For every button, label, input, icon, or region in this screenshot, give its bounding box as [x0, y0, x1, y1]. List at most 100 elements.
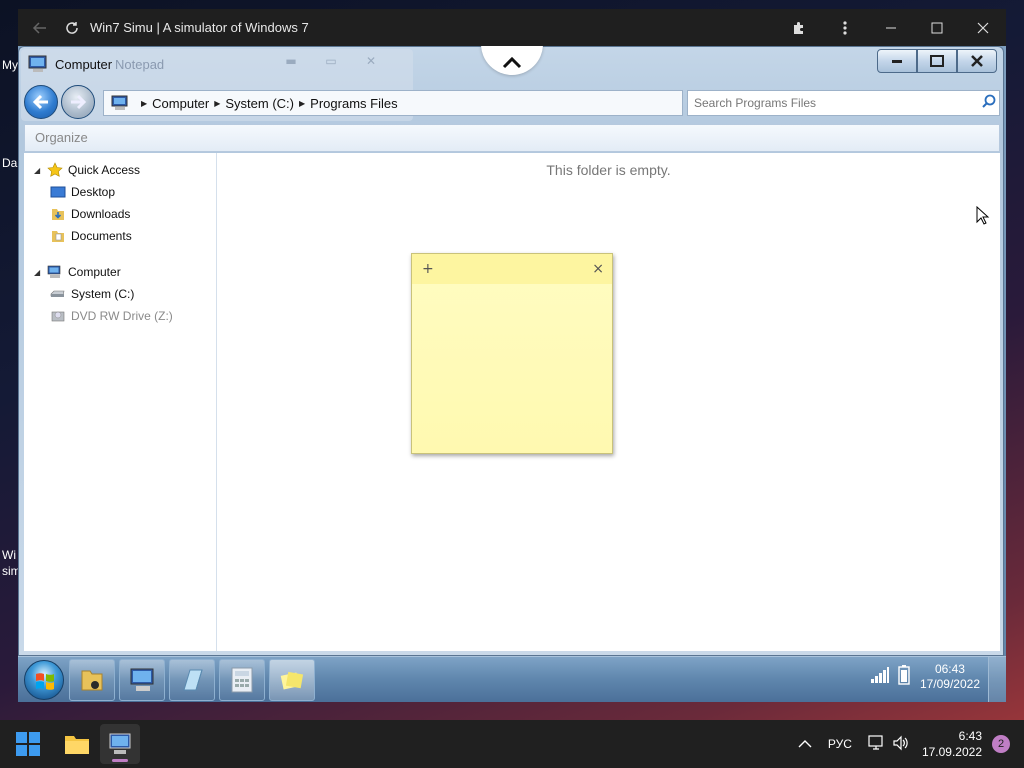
minimize-icon[interactable]: [868, 9, 914, 46]
taskbar-explorer-button[interactable]: [69, 659, 115, 701]
input-language-indicator[interactable]: РУС: [828, 737, 852, 751]
tree-item-computer[interactable]: ◢ Computer: [24, 261, 217, 283]
tree-label: DVD RW Drive (Z:): [71, 309, 173, 323]
navigation-pane: ◢ Quick Access Desktop Downloads Documen…: [24, 153, 217, 651]
host-system-tray: РУС 6:43 17.09.2022 2: [798, 720, 1024, 768]
search-box: [687, 90, 1000, 116]
downloads-folder-icon: [49, 206, 67, 222]
tree-label: Documents: [71, 229, 132, 243]
chevron-up-icon[interactable]: [798, 737, 812, 751]
quick-access-group: ◢ Quick Access Desktop Downloads Documen…: [24, 159, 217, 247]
breadcrumb-separator-icon: ▶: [141, 98, 148, 108]
taskbar-notepad-button[interactable]: [169, 659, 215, 701]
tree-label: Downloads: [71, 207, 131, 221]
back-arrow-icon[interactable]: [26, 14, 54, 42]
kebab-menu-icon[interactable]: [822, 9, 868, 46]
host-date: 17.09.2022: [921, 745, 982, 759]
documents-folder-icon: [49, 228, 67, 244]
forward-button[interactable]: [61, 85, 95, 119]
volume-icon[interactable]: [892, 735, 910, 754]
expand-triangle-icon[interactable]: ◢: [34, 268, 46, 277]
windows-logo-icon: [36, 673, 54, 690]
address-bar[interactable]: ▶ Computer ▶ System (C:) ▶ Programs File…: [103, 90, 683, 116]
minimize-button[interactable]: [877, 49, 917, 73]
network-icon[interactable]: [868, 734, 886, 754]
window-title: Computer: [55, 57, 113, 72]
signal-strength-icon[interactable]: [870, 666, 890, 688]
win7-date: 17/09/2022: [919, 677, 980, 691]
folder-icon: [81, 670, 103, 691]
sticky-note[interactable]: + ×: [411, 253, 613, 454]
hard-drive-icon: [49, 286, 67, 302]
organize-button[interactable]: Organize: [35, 130, 88, 145]
tree-item-documents[interactable]: Documents: [24, 225, 217, 247]
tree-item-desktop[interactable]: Desktop: [24, 181, 217, 203]
expand-triangle-icon[interactable]: ◢: [34, 166, 46, 175]
win7-system-tray: 06:43 17/09/2022: [870, 662, 980, 692]
host-time: 6:43: [958, 729, 982, 743]
show-desktop-button[interactable]: [988, 657, 1006, 702]
desktop-label-fragment: My: [2, 58, 18, 72]
scroll-top-button[interactable]: [481, 46, 543, 75]
sticky-note-header: + ×: [412, 254, 612, 284]
breadcrumb-separator-icon: ▶: [299, 98, 306, 108]
computer-icon: [27, 55, 49, 73]
close-note-button[interactable]: ×: [592, 261, 604, 277]
right-arrow-icon: [71, 94, 87, 110]
ghost-minimize-icon: ▬: [285, 54, 297, 68]
computer-group: ◢ Computer System (C:) DVD RW Drive (Z:): [24, 261, 217, 327]
left-arrow-icon: [32, 94, 48, 110]
calculator-icon: [231, 667, 253, 693]
taskbar-calculator-button[interactable]: [219, 659, 265, 701]
computer-icon: [109, 733, 131, 754]
win7-clock[interactable]: 06:43 17/09/2022: [920, 662, 980, 692]
folder-icon: [65, 736, 89, 754]
tree-label: Desktop: [71, 185, 116, 199]
breadcrumb-system-c[interactable]: System (C:): [225, 96, 294, 111]
taskbar-computer-button[interactable]: [119, 659, 165, 701]
tree-item-downloads[interactable]: Downloads: [24, 203, 217, 225]
win7-simu-taskbar-button[interactable]: [100, 724, 140, 764]
tree-item-dvd-drive[interactable]: DVD RW Drive (Z:): [24, 305, 217, 327]
win7-taskbar: 06:43 17/09/2022: [18, 656, 1006, 702]
breadcrumb-computer[interactable]: Computer: [152, 96, 209, 111]
notepad-ghost-controls: ▬ ▭ ✕: [271, 51, 391, 71]
mouse-cursor-icon: [976, 205, 990, 230]
tree-label: System (C:): [71, 287, 135, 301]
host-clock[interactable]: 6:43 17.09.2022: [922, 728, 982, 760]
search-input[interactable]: [688, 96, 979, 110]
close-icon[interactable]: [960, 9, 1006, 46]
host-titlebar: Win7 Simu | A simulator of Windows 7: [18, 9, 1006, 46]
host-window-title: Win7 Simu | A simulator of Windows 7: [90, 20, 309, 35]
back-button[interactable]: [24, 85, 58, 119]
ghost-maximize-icon: ▭: [325, 54, 337, 68]
notepad-ghost-title: Notepad: [115, 57, 165, 72]
search-icon[interactable]: [979, 94, 999, 112]
computer-icon: [46, 264, 64, 280]
desktop-label-fragment: Wi: [2, 548, 16, 562]
tree-item-system-c[interactable]: System (C:): [24, 283, 217, 305]
computer-icon: [130, 668, 154, 691]
battery-icon[interactable]: [898, 665, 910, 689]
add-note-button[interactable]: +: [422, 261, 434, 277]
breadcrumb-program-files[interactable]: Programs Files: [310, 96, 397, 111]
maximize-button[interactable]: [917, 49, 957, 73]
desktop-label-fragment: Da: [2, 156, 18, 170]
file-explorer-taskbar-button[interactable]: [57, 724, 97, 764]
notification-badge[interactable]: 2: [992, 735, 1010, 753]
computer-icon: [110, 95, 130, 111]
star-icon: [46, 162, 64, 178]
extension-icon[interactable]: [776, 9, 822, 46]
chevron-up-icon: [502, 57, 522, 69]
empty-folder-message: This folder is empty.: [546, 162, 671, 178]
start-button[interactable]: [24, 660, 64, 700]
taskbar-sticky-notes-button[interactable]: [269, 659, 315, 701]
ghost-close-icon: ✕: [365, 54, 377, 68]
window-controls: [877, 49, 997, 73]
reload-icon[interactable]: [58, 14, 86, 42]
tree-item-quick-access[interactable]: ◢ Quick Access: [24, 159, 217, 181]
maximize-icon[interactable]: [914, 9, 960, 46]
windows-start-icon[interactable]: [16, 732, 40, 756]
close-button[interactable]: [957, 49, 997, 73]
notepad-icon: [183, 669, 203, 691]
